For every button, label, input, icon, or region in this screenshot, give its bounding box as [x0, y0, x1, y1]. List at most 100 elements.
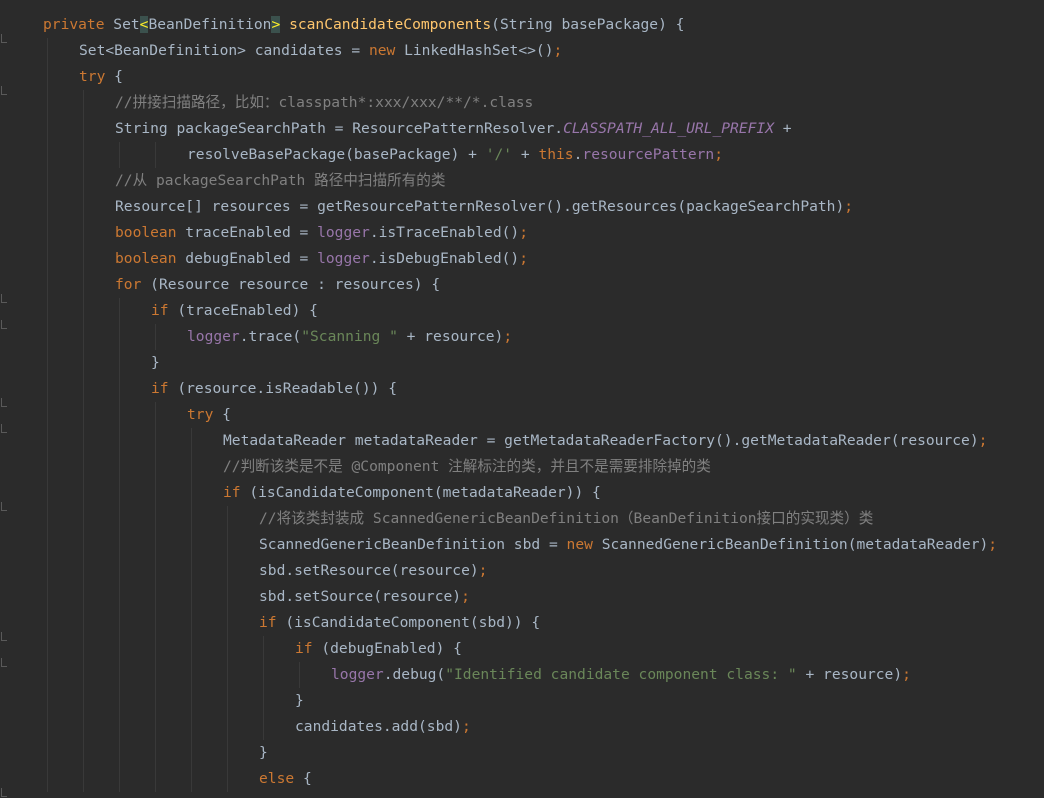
code-line[interactable]: if (debugEnabled) {	[295, 636, 462, 662]
fold-marker-icon[interactable]	[1, 632, 7, 641]
code-token: +	[773, 120, 792, 137]
code-token: (String basePackage) {	[491, 16, 685, 33]
code-token: {	[302, 770, 312, 787]
code-token: + resource)	[397, 328, 504, 345]
code-token: "Scanning "	[301, 328, 398, 345]
code-token: resolveBasePackage(basePackage) +	[187, 146, 486, 163]
code-line[interactable]: //从 packageSearchPath 路径中扫描所有的类	[115, 168, 445, 194]
code-token: ;	[461, 588, 470, 605]
code-token: if	[151, 302, 178, 319]
code-token: ;	[988, 536, 998, 553]
code-token: }	[295, 692, 304, 709]
fold-marker-icon[interactable]	[1, 398, 7, 407]
indent-guide	[47, 38, 48, 792]
code-line[interactable]: candidates.add(sbd);	[295, 714, 471, 740]
code-token: "Identified candidate component class: "	[445, 666, 797, 683]
code-line[interactable]: try {	[187, 402, 231, 428]
code-line[interactable]: private Set<BeanDefinition> scanCandidat…	[43, 12, 684, 38]
fold-marker-icon[interactable]	[1, 502, 7, 511]
code-line[interactable]: resolveBasePackage(basePackage) + '/' + …	[187, 142, 723, 168]
indent-guide	[155, 402, 156, 792]
code-token: }	[151, 354, 160, 371]
code-token: ;	[503, 328, 513, 345]
code-line[interactable]: }	[151, 350, 160, 376]
code-line[interactable]: String packageSearchPath = ResourcePatte…	[115, 116, 792, 142]
code-line[interactable]: MetadataReader metadataReader = getMetad…	[223, 428, 987, 454]
indent-guide	[155, 142, 156, 168]
code-token: private	[43, 16, 114, 33]
code-token: try	[187, 406, 223, 423]
code-line[interactable]: Set<BeanDefinition> candidates = new Lin…	[79, 38, 562, 64]
code-line[interactable]: }	[295, 688, 304, 714]
code-token: '/'	[485, 146, 513, 163]
code-token: Set	[113, 16, 140, 33]
code-token: //将该类封装成 ScannedGenericBeanDefinition（Be…	[259, 510, 874, 527]
code-line[interactable]: if (resource.isReadable()) {	[151, 376, 397, 402]
fold-marker-icon[interactable]	[1, 658, 7, 667]
code-token: if	[151, 380, 178, 397]
code-token: (resource.isReadable()) {	[177, 380, 398, 397]
code-line[interactable]: sbd.setSource(resource);	[259, 584, 470, 610]
code-token: {	[114, 68, 123, 85]
code-token: logger	[317, 250, 370, 267]
code-token: CLASSPATH_ALL_URL_PREFIX	[563, 120, 774, 137]
indent-guide	[191, 428, 192, 792]
code-token: (isCandidateComponent(sbd)) {	[285, 614, 541, 631]
code-token: BeanDefinition	[148, 16, 272, 33]
code-line[interactable]: //将该类封装成 ScannedGenericBeanDefinition（Be…	[259, 506, 873, 532]
code-token: (debugEnabled) {	[321, 640, 462, 657]
code-token: logger	[317, 224, 370, 241]
code-line[interactable]: }	[259, 740, 268, 766]
code-token: .trace(	[239, 328, 302, 345]
code-line[interactable]: logger.debug("Identified candidate compo…	[331, 662, 911, 688]
fold-marker-icon[interactable]	[1, 320, 7, 329]
editor-gutter[interactable]	[0, 0, 18, 798]
code-line[interactable]: try {	[79, 64, 123, 90]
code-line[interactable]: for (Resource resource : resources) {	[115, 272, 440, 298]
code-token: if	[259, 614, 286, 631]
code-line[interactable]: if (traceEnabled) {	[151, 298, 318, 324]
code-token: boolean	[115, 224, 186, 241]
code-line[interactable]: ScannedGenericBeanDefinition sbd = new S…	[259, 532, 997, 558]
code-token: LinkedHashSet<>()	[404, 42, 554, 59]
code-token: {	[222, 406, 231, 423]
fold-marker-icon[interactable]	[1, 86, 7, 95]
code-line[interactable]: if (isCandidateComponent(metadataReader)…	[223, 480, 601, 506]
code-editor[interactable]: private Set<BeanDefinition> scanCandidat…	[0, 0, 1044, 798]
code-token: //判断该类是不是 @Component 注解标注的类，并且不是需要排除掉的类	[223, 458, 711, 475]
code-line[interactable]: boolean traceEnabled = logger.isTraceEna…	[115, 220, 528, 246]
code-token: scanCandidateComponents	[289, 16, 492, 33]
code-line[interactable]: sbd.setResource(resource);	[259, 558, 487, 584]
indent-guide	[263, 636, 264, 740]
indent-guide	[227, 506, 228, 792]
code-token: .isTraceEnabled()	[369, 224, 520, 241]
code-token: if	[295, 640, 322, 657]
fold-marker-icon[interactable]	[1, 788, 7, 797]
code-token: (Resource resource : resources) {	[150, 276, 441, 293]
fold-marker-icon[interactable]	[1, 424, 7, 433]
code-line[interactable]: logger.trace("Scanning " + resource);	[187, 324, 512, 350]
code-token: ScannedGenericBeanDefinition sbd =	[259, 536, 567, 553]
code-token: try	[79, 68, 115, 85]
code-token: String packageSearchPath = ResourcePatte…	[115, 120, 564, 137]
fold-marker-icon[interactable]	[1, 34, 7, 43]
code-token: ;	[714, 146, 723, 163]
fold-marker-icon[interactable]	[1, 294, 7, 303]
code-line[interactable]: boolean debugEnabled = logger.isDebugEna…	[115, 246, 528, 272]
code-token: ;	[844, 198, 854, 215]
code-token: for	[115, 276, 151, 293]
code-token: .isDebugEnabled()	[369, 250, 520, 267]
code-line[interactable]: //判断该类是不是 @Component 注解标注的类，并且不是需要排除掉的类	[223, 454, 711, 480]
code-token: }	[259, 744, 268, 761]
code-line[interactable]: //拼接扫描路径，比如：classpath*:xxx/xxx/**/*.clas…	[115, 90, 533, 116]
code-token: ;	[478, 562, 488, 579]
code-line[interactable]: if (isCandidateComponent(sbd)) {	[259, 610, 540, 636]
code-line[interactable]: Resource[] resources = getResourcePatter…	[115, 194, 853, 220]
code-token: ;	[553, 42, 563, 59]
code-token: new	[566, 536, 602, 553]
indent-guide	[119, 298, 120, 792]
code-line[interactable]: else {	[259, 766, 312, 792]
code-token: (isCandidateComponent(metadataReader)) {	[249, 484, 601, 501]
code-token: //从 packageSearchPath 路径中扫描所有的类	[115, 172, 446, 189]
code-token: if	[223, 484, 250, 501]
